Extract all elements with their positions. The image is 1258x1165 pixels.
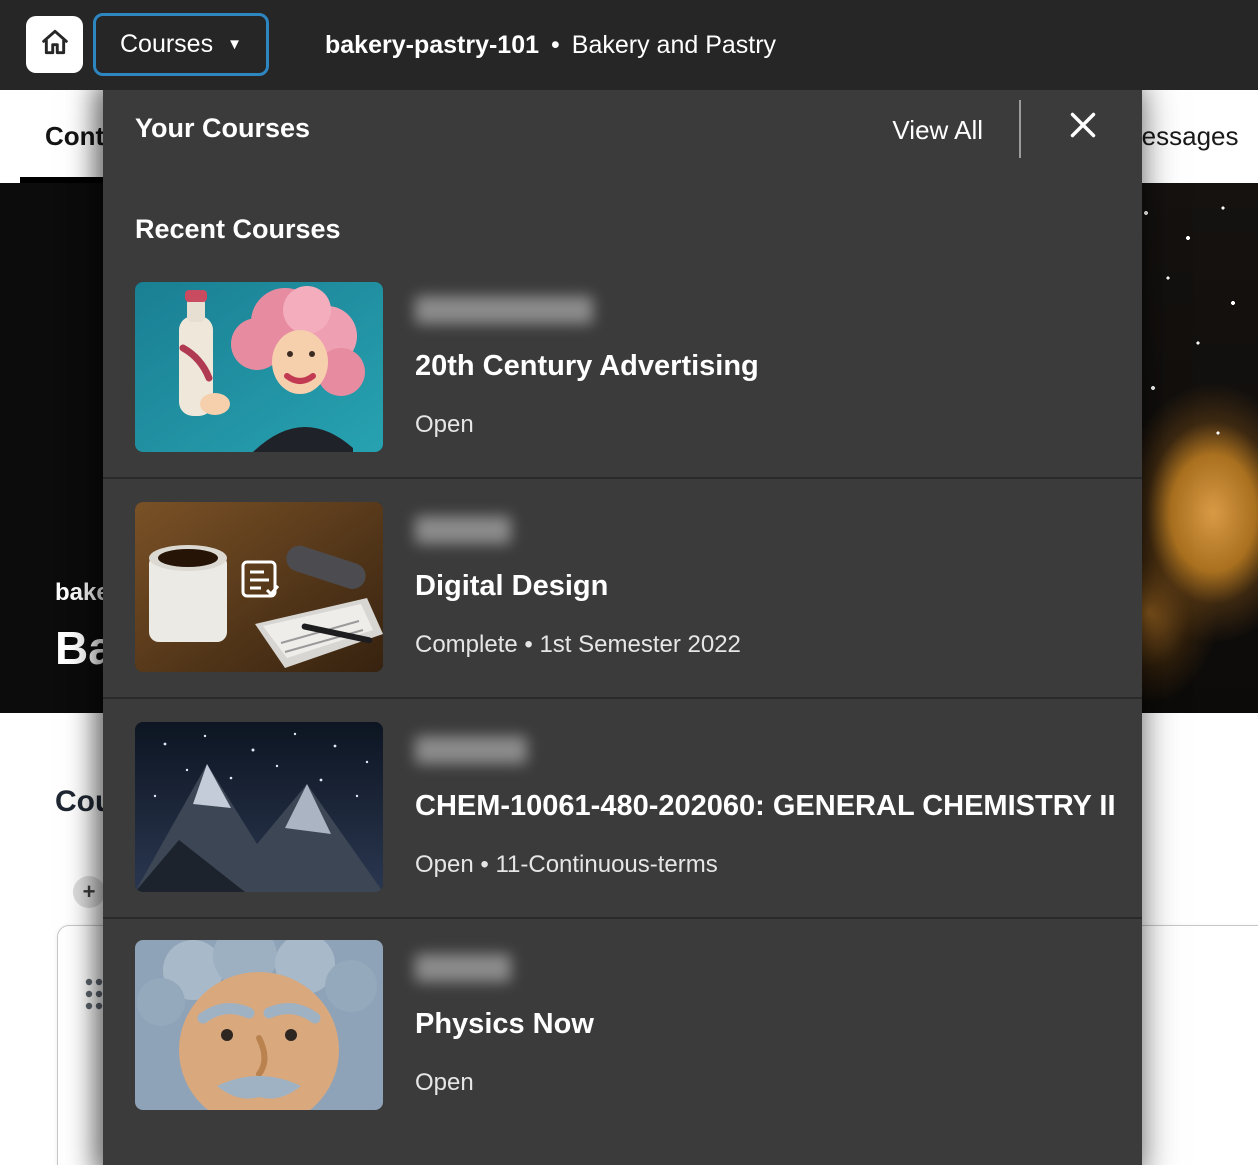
course-card-physics-now[interactable]: Physics Now Open	[135, 940, 1110, 1110]
course-status: Open	[415, 1068, 474, 1098]
course-status: Open • 11-Continuous-terms	[415, 850, 718, 880]
course-card-20th-century-advertising[interactable]: 20th Century Advertising Open	[135, 282, 1110, 452]
course-title[interactable]: Physics Now	[415, 1006, 594, 1042]
course-id-redacted	[415, 296, 593, 324]
course-card-general-chemistry[interactable]: CHEM-10061-480-202060: GENERAL CHEMISTRY…	[135, 722, 1110, 892]
close-button[interactable]	[1060, 104, 1106, 150]
course-thumbnail-einstein	[135, 940, 383, 1110]
home-icon	[39, 26, 71, 63]
breadcrumb-separator: •	[551, 31, 560, 60]
course-thumbnail-digital-design	[135, 502, 383, 672]
recent-courses-heading: Recent Courses	[135, 212, 341, 246]
panel-title: Your Courses	[135, 110, 310, 146]
plus-icon: +	[83, 879, 96, 905]
header-divider	[1019, 100, 1021, 158]
pastry-hero-image	[1128, 183, 1258, 713]
courses-menu-label: Courses	[120, 30, 213, 59]
course-status: Complete • 1st Semester 2022	[415, 630, 741, 660]
add-content-button[interactable]: +	[73, 876, 105, 908]
breadcrumb-course-name: Bakery and Pastry	[572, 31, 776, 60]
screen: Content Messages bakery-pastry-101 Baker…	[0, 0, 1258, 1165]
list-divider	[103, 697, 1142, 699]
close-icon	[1065, 107, 1101, 148]
courses-menu-button[interactable]: Courses ▼	[93, 13, 269, 76]
course-thumbnail-mountains	[135, 722, 383, 892]
breadcrumb: bakery-pastry-101 • Bakery and Pastry	[325, 0, 776, 90]
course-card-digital-design[interactable]: Digital Design Complete • 1st Semester 2…	[135, 502, 1110, 672]
your-courses-panel: Your Courses View All Recent Courses	[103, 72, 1142, 1165]
course-title[interactable]: CHEM-10061-480-202060: GENERAL CHEMISTRY…	[415, 788, 1116, 824]
course-title[interactable]: Digital Design	[415, 568, 608, 604]
course-id-redacted	[415, 516, 511, 544]
drag-handle-icon[interactable]	[83, 976, 105, 1017]
breadcrumb-course-id: bakery-pastry-101	[325, 31, 539, 60]
top-navigation-bar: Courses ▼ bakery-pastry-101 • Bakery and…	[0, 0, 1258, 90]
course-thumbnail-advertising	[135, 282, 383, 452]
chevron-down-icon: ▼	[227, 37, 242, 52]
home-button[interactable]	[26, 16, 83, 73]
list-divider	[103, 477, 1142, 479]
list-divider	[103, 917, 1142, 919]
course-id-redacted	[415, 954, 511, 982]
course-status: Open	[415, 410, 474, 440]
course-id-redacted	[415, 736, 527, 764]
course-title[interactable]: 20th Century Advertising	[415, 348, 759, 384]
view-all-link[interactable]: View All	[892, 114, 983, 146]
